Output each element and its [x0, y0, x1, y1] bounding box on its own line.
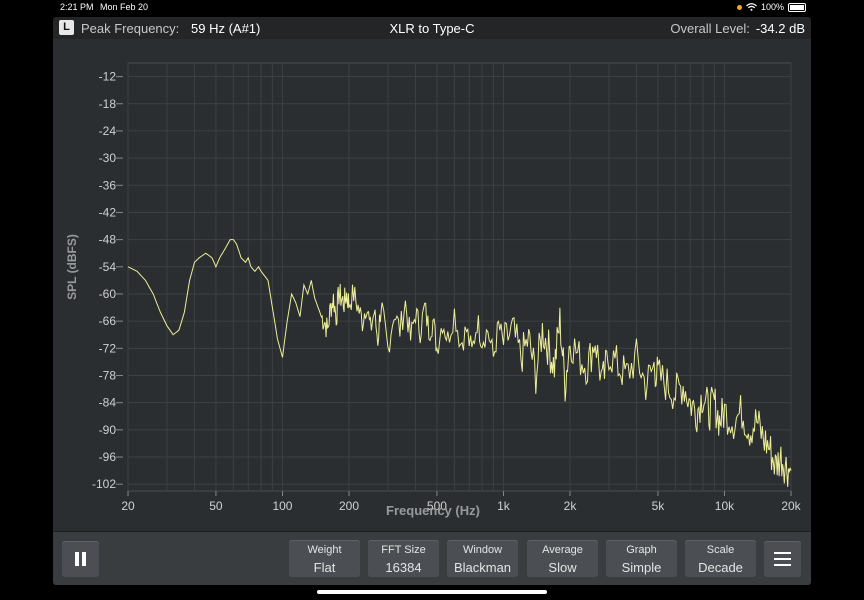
wifi-icon	[746, 3, 757, 11]
menu-icon-line	[774, 564, 791, 566]
y-tick-label: -66	[99, 314, 117, 328]
y-tick-label: -96	[99, 450, 117, 464]
spectrum-trace	[127, 239, 792, 487]
spectrum-graph[interactable]: -12 -18 -24 -30 -36 -42 -48 -54 -60 -66 -72 -78 -84 -…	[53, 39, 811, 531]
y-tick-label: -24	[99, 124, 117, 138]
top-bar: L Peak Frequency: 59 Hz (A#1) XLR to Typ…	[53, 17, 811, 39]
fft-size-button[interactable]: FFT Size 16384	[368, 540, 439, 577]
y-tick-label: -54	[99, 260, 117, 274]
window-button[interactable]: Window Blackman	[447, 540, 518, 577]
status-bar: 2:21 PM Mon Feb 20 100%	[0, 0, 864, 14]
x-tick-label: 20k	[781, 499, 801, 513]
weight-button[interactable]: Weight Flat	[289, 540, 360, 577]
y-axis-label: SPL (dBFS)	[65, 234, 79, 300]
battery-percent: 100%	[760, 2, 784, 12]
analyzer-window: L Peak Frequency: 59 Hz (A#1) XLR to Typ…	[53, 17, 811, 585]
scale-value: Decade	[698, 560, 743, 575]
fft-size-value: 16384	[385, 560, 422, 575]
pause-icon-bar	[82, 552, 86, 566]
x-tick-label: 10k	[715, 499, 735, 513]
y-tick-label: -36	[99, 178, 117, 192]
x-tick-label: 20	[121, 499, 135, 513]
y-tick-label: -102	[92, 477, 116, 491]
graph-label: Graph	[626, 544, 657, 556]
pause-icon	[75, 552, 79, 566]
window-label: Window	[462, 544, 503, 556]
menu-icon-line	[774, 558, 791, 560]
average-button[interactable]: Average Slow	[527, 540, 598, 577]
y-tick-label: -42	[99, 205, 117, 219]
home-indicator[interactable]	[317, 590, 547, 594]
y-tick-label: -84	[99, 396, 117, 410]
y-tick-label: -18	[99, 97, 117, 111]
overall-level-value: -34.2 dB	[755, 21, 805, 36]
fft-size-label: FFT Size	[381, 544, 426, 556]
y-tick-label: -48	[99, 233, 117, 247]
y-tick-label: -60	[99, 287, 117, 301]
pause-button[interactable]	[62, 541, 99, 577]
window-value: Blackman	[453, 560, 512, 575]
scale-label: Scale	[706, 544, 735, 556]
y-tick-label: -78	[99, 369, 117, 383]
bottom-toolbar: Weight Flat FFT Size 16384 Window Blackm…	[53, 531, 811, 585]
overall-level-label: Overall Level:	[670, 21, 750, 36]
y-tick-label: -72	[99, 341, 117, 355]
x-tick-label: 2k	[564, 499, 578, 513]
scale-button[interactable]: Scale Decade	[685, 540, 756, 577]
weight-value: Flat	[313, 560, 336, 575]
status-date: Mon Feb 20	[100, 2, 149, 12]
menu-icon	[774, 552, 791, 554]
weight-label: Weight	[307, 544, 342, 556]
y-tick-label: -90	[99, 423, 117, 437]
y-tick-label: -12	[99, 70, 117, 84]
chart-grid	[116, 62, 792, 492]
y-axis-ticks: -12 -18 -24 -30 -36 -42 -48 -54 -60 -66 -72 -78 -84 -…	[92, 70, 116, 492]
mic-indicator-icon	[736, 4, 742, 10]
battery-icon	[788, 2, 806, 12]
x-tick-label: 5k	[652, 499, 666, 513]
x-tick-label: 100	[272, 499, 292, 513]
average-label: Average	[542, 544, 583, 556]
average-value: Slow	[548, 560, 577, 575]
status-right: 100%	[736, 2, 806, 12]
x-tick-label: 50	[209, 499, 223, 513]
x-axis-label: Frequency (Hz)	[386, 503, 480, 518]
x-tick-label: 200	[339, 499, 359, 513]
status-time: 2:21 PM	[60, 2, 94, 12]
plot-frame	[127, 62, 792, 492]
graph-value: Simple	[621, 560, 662, 575]
overall-level: Overall Level: -34.2 dB	[670, 21, 805, 36]
x-tick-label: 1k	[497, 499, 511, 513]
y-tick-label: -30	[99, 151, 117, 165]
graph-button[interactable]: Graph Simple	[606, 540, 677, 577]
menu-button[interactable]	[764, 541, 801, 577]
